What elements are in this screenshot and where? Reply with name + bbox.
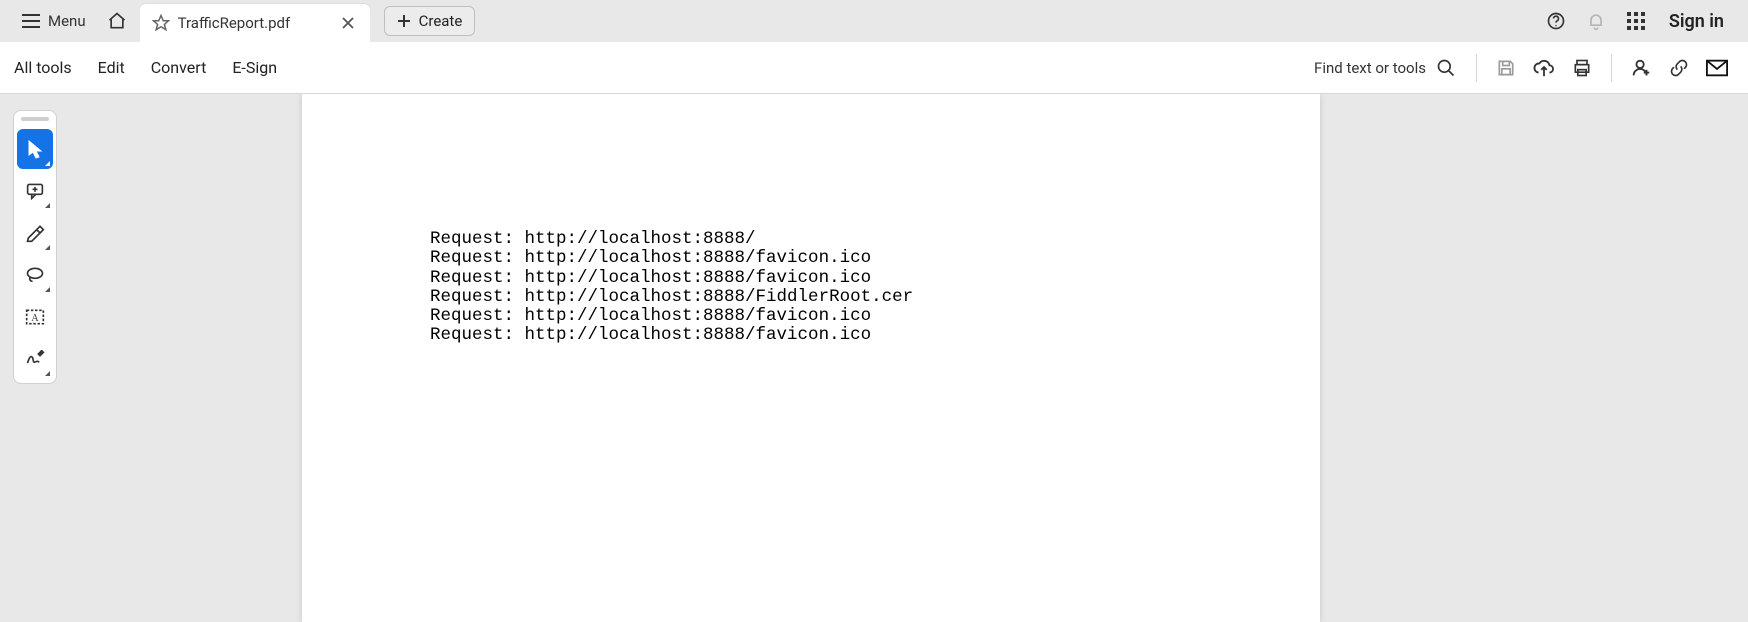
envelope-icon — [1706, 59, 1728, 77]
draw-tool[interactable] — [17, 255, 53, 295]
link-button[interactable] — [1662, 51, 1696, 85]
toolbar-right: Find text or tools — [1314, 51, 1734, 85]
email-button[interactable] — [1700, 51, 1734, 85]
left-rail: A — [0, 94, 70, 622]
search-icon — [1436, 58, 1456, 78]
select-tool[interactable] — [17, 129, 53, 169]
textbox-icon: A — [25, 308, 45, 326]
link-icon — [1669, 58, 1689, 78]
upload-cloud-button[interactable] — [1527, 51, 1561, 85]
workspace: A Request: http://localhost:8888/ Reques… — [0, 94, 1748, 622]
print-icon — [1572, 58, 1592, 78]
star-icon — [152, 14, 170, 32]
titlebar-right: Sign in — [1539, 4, 1734, 38]
sign-in-button[interactable]: Sign in — [1659, 11, 1734, 32]
sign-tool[interactable] — [17, 339, 53, 379]
home-icon — [107, 11, 127, 31]
create-label: Create — [419, 12, 463, 30]
help-icon — [1546, 11, 1566, 31]
plus-icon — [397, 14, 411, 28]
textbox-tool[interactable]: A — [17, 297, 53, 337]
toolbar-esign[interactable]: E-Sign — [232, 58, 277, 77]
user-plus-icon — [1630, 57, 1652, 79]
save-icon — [1496, 58, 1516, 78]
comment-icon — [25, 182, 45, 200]
home-button[interactable] — [100, 4, 134, 38]
tab-close-button[interactable] — [338, 13, 358, 33]
print-button[interactable] — [1565, 51, 1599, 85]
toolbar-all-tools[interactable]: All tools — [14, 58, 72, 77]
right-margin — [1552, 94, 1748, 622]
separator — [1611, 54, 1612, 82]
apps-button[interactable] — [1619, 4, 1653, 38]
main-toolbar: All tools Edit Convert E-Sign Find text … — [0, 42, 1748, 94]
find-text-label: Find text or tools — [1314, 59, 1426, 77]
tool-panel: A — [13, 110, 57, 384]
document-text: Request: http://localhost:8888/ Request:… — [430, 230, 1320, 346]
bell-icon — [1586, 11, 1606, 31]
page-area[interactable]: Request: http://localhost:8888/ Request:… — [70, 94, 1552, 622]
help-button[interactable] — [1539, 4, 1573, 38]
toolbar-edit[interactable]: Edit — [98, 58, 125, 77]
save-button[interactable] — [1489, 51, 1523, 85]
hamburger-icon — [22, 14, 40, 28]
lasso-icon — [25, 266, 45, 284]
toolbar-left: All tools Edit Convert E-Sign — [14, 58, 277, 77]
create-button[interactable]: Create — [384, 6, 476, 36]
close-icon — [342, 17, 354, 29]
document-tab-title: TrafficReport.pdf — [178, 14, 330, 32]
cursor-icon — [26, 139, 44, 159]
signature-icon — [25, 350, 45, 368]
apps-grid-icon — [1627, 12, 1645, 30]
pdf-page: Request: http://localhost:8888/ Request:… — [302, 94, 1320, 622]
comment-tool[interactable] — [17, 171, 53, 211]
panel-grip[interactable] — [21, 117, 49, 121]
menu-label: Menu — [48, 12, 86, 30]
svg-text:A: A — [31, 313, 39, 324]
cloud-upload-icon — [1533, 58, 1555, 78]
share-user-button[interactable] — [1624, 51, 1658, 85]
highlight-tool[interactable] — [17, 213, 53, 253]
find-text-button[interactable]: Find text or tools — [1314, 58, 1464, 78]
document-tab[interactable]: TrafficReport.pdf — [140, 4, 370, 42]
notifications-button[interactable] — [1579, 4, 1613, 38]
highlighter-icon — [25, 223, 45, 243]
titlebar: Menu TrafficReport.pdf Create Sign in — [0, 0, 1748, 42]
separator — [1476, 54, 1477, 82]
menu-button[interactable]: Menu — [14, 8, 94, 34]
toolbar-convert[interactable]: Convert — [151, 58, 207, 77]
